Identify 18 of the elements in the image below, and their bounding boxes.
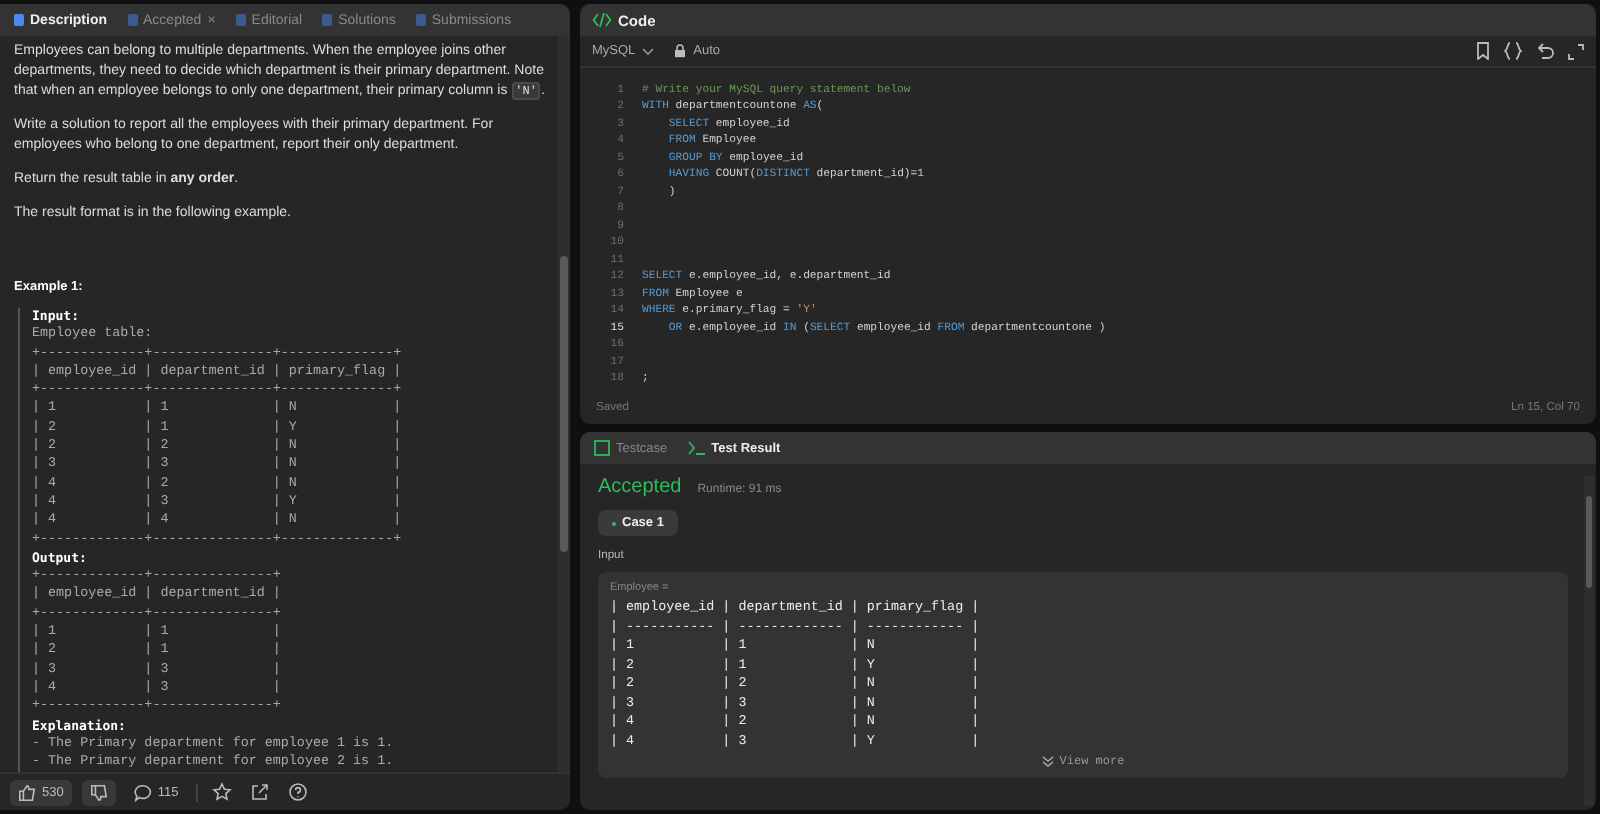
- code-icon: [592, 12, 612, 28]
- undo-icon[interactable]: [1536, 42, 1554, 60]
- double-chevron-icon: [1041, 755, 1054, 767]
- chevron-down-icon: [641, 47, 654, 55]
- lock-icon: [673, 44, 686, 58]
- star-icon[interactable]: [212, 782, 233, 802]
- braces-icon[interactable]: [1504, 42, 1522, 60]
- verdict-label: Accepted: [598, 476, 682, 498]
- help-icon[interactable]: [288, 782, 309, 802]
- bookmark-icon[interactable]: [1476, 42, 1490, 60]
- thumbs-up-icon: [18, 783, 36, 801]
- dislike-button[interactable]: [81, 779, 116, 805]
- share-icon[interactable]: [250, 782, 271, 802]
- thumbs-down-icon: [89, 783, 108, 801]
- checkbox-icon: [594, 440, 610, 456]
- expand-icon[interactable]: [1568, 43, 1584, 59]
- comment-icon: [133, 783, 152, 801]
- terminal-icon: [687, 440, 706, 456]
